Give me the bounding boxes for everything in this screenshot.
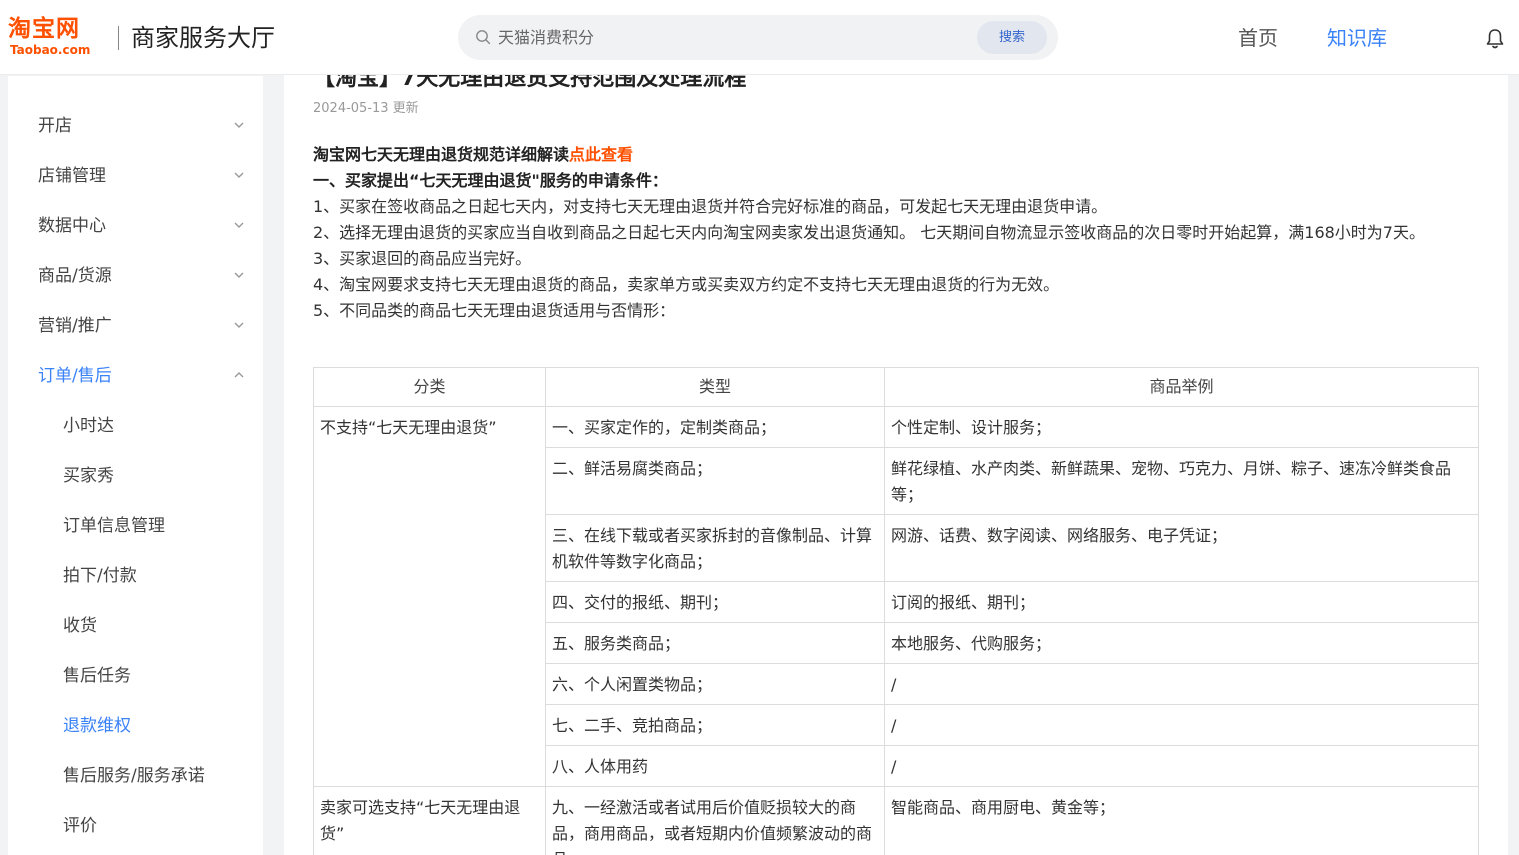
sidebar: 开店 店铺管理 数据中心 商品/货源 营销/推广 订单/售后 小时达 买家秀 订… xyxy=(8,76,263,855)
table-row: 不支持“七天无理由退货” 一、买家定作的，定制类商品； 个性定制、设计服务； xyxy=(313,406,1479,787)
sidebar-subitem[interactable]: 订单信息管理 xyxy=(8,501,263,551)
intro-line: 淘宝网七天无理由退货规范详细解读点此查看 xyxy=(313,142,1479,168)
site-title[interactable]: 商家服务大厅 xyxy=(131,22,275,54)
table-type-cell: 八、人体用药 xyxy=(545,745,885,787)
table-type-cell: 九、一经激活或者试用后价值贬损较大的商品，商用商品，或者短期内价值频繁波动的商品… xyxy=(545,786,885,855)
sidebar-subitem[interactable]: 拍下/付款 xyxy=(8,551,263,601)
section-heading: 一、买家提出“七天无理由退货"服务的申请条件： xyxy=(313,171,668,190)
table-category-cell: 不支持“七天无理由退货” xyxy=(313,406,546,787)
sidebar-item-label: 订单/售后 xyxy=(38,366,112,386)
table-header: 分类 xyxy=(313,367,546,407)
logo-divider xyxy=(118,26,119,50)
sidebar-item-orders[interactable]: 订单/售后 xyxy=(8,351,263,401)
sidebar-subitem-refund[interactable]: 退款维权 xyxy=(8,701,263,751)
chevron-up-icon xyxy=(234,372,244,378)
sidebar-item-open-store[interactable]: 开店 xyxy=(8,101,263,151)
table-example-cell: 订阅的报纸、期刊； xyxy=(884,581,1479,623)
sidebar-subitem[interactable]: 售后服务/服务承诺 xyxy=(8,751,263,801)
table-type-cell: 五、服务类商品； xyxy=(545,622,885,664)
sidebar-subitem-label: 小时达 xyxy=(63,416,114,436)
table-header: 类型 xyxy=(545,367,885,407)
logo-text-en: Taobao.com xyxy=(10,43,91,57)
sidebar-item-label: 营销/推广 xyxy=(38,316,112,336)
paragraph: 5、不同品类的商品七天无理由退货适用与否情形： xyxy=(313,301,676,320)
taobao-logo[interactable]: 淘宝网 Taobao.com xyxy=(8,16,108,60)
table-type-cell: 六、个人闲置类物品； xyxy=(545,663,885,705)
search-icon xyxy=(476,30,491,45)
sidebar-item-data-center[interactable]: 数据中心 xyxy=(8,201,263,251)
search-bar: 搜索 xyxy=(458,15,1058,60)
intro-link[interactable]: 点此查看 xyxy=(569,145,633,164)
table-example-cell: 智能商品、商用厨电、黄金等； xyxy=(884,786,1479,855)
table-category-cell: 卖家可选支持“七天无理由退货” xyxy=(313,786,546,855)
table-example-cell: 网游、话费、数字阅读、网络服务、电子凭证； xyxy=(884,514,1479,582)
chevron-down-icon xyxy=(234,322,244,328)
table-example-cell: 鲜花绿植、水产肉类、新鲜蔬果、宠物、巧克力、月饼、粽子、速冻冷鲜类食品等； xyxy=(884,447,1479,515)
sidebar-subitem[interactable]: 收货 xyxy=(8,601,263,651)
table-example-cell: 本地服务、代购服务； xyxy=(884,622,1479,664)
article-body: 淘宝网七天无理由退货规范详细解读点此查看 一、买家提出“七天无理由退货"服务的申… xyxy=(313,142,1479,324)
sidebar-item-label: 开店 xyxy=(38,116,72,136)
paragraph: 3、买家退回的商品应当完好。 xyxy=(313,249,532,268)
sidebar-subitem[interactable]: 售后任务 xyxy=(8,651,263,701)
sidebar-item-label: 商品/货源 xyxy=(38,266,112,286)
table-type-cell: 七、二手、竞拍商品； xyxy=(545,704,885,746)
table-example-cell: / xyxy=(884,663,1479,705)
sidebar-subitem-label: 售后服务/服务承诺 xyxy=(63,766,205,786)
sidebar-subitem-label: 拍下/付款 xyxy=(63,566,137,586)
sidebar-subitem-label: 收货 xyxy=(63,616,97,636)
chevron-down-icon xyxy=(234,272,244,278)
paragraph: 4、淘宝网要求支持七天无理由退货的商品，卖家单方或买卖双方约定不支持七天无理由退… xyxy=(313,275,1060,294)
search-button[interactable]: 搜索 xyxy=(977,21,1047,54)
chevron-down-icon xyxy=(234,222,244,228)
chevron-down-icon xyxy=(234,172,244,178)
sidebar-item-marketing[interactable]: 营销/推广 xyxy=(8,301,263,351)
sidebar-subitem-label: 买家秀 xyxy=(63,466,114,486)
sidebar-item-goods[interactable]: 商品/货源 xyxy=(8,251,263,301)
article-panel: 【淘宝】7天无理由退货支持范围及处理流程 2024-05-13 更新 淘宝网七天… xyxy=(284,60,1508,855)
sidebar-subitem[interactable]: 评价 xyxy=(8,801,263,851)
paragraph: 2、选择无理由退货的买家应当自收到商品之日起七天内向淘宝网卖家发出退货通知。 七… xyxy=(313,223,1425,242)
table-type-cell: 一、买家定作的，定制类商品； xyxy=(545,406,885,448)
sidebar-item-label: 店铺管理 xyxy=(38,166,106,186)
logo-text-cn: 淘宝网 xyxy=(8,16,80,42)
sidebar-subitem[interactable]: 买家秀 xyxy=(8,451,263,501)
sidebar-subitem[interactable]: 小时达 xyxy=(8,401,263,451)
table-example-cell: / xyxy=(884,704,1479,746)
table-type-cell: 二、鲜活易腐类商品； xyxy=(545,447,885,515)
nav-knowledge-base[interactable]: 知识库 xyxy=(1327,24,1387,52)
sidebar-subitem-label: 售后任务 xyxy=(63,666,131,686)
search-input[interactable] xyxy=(498,24,918,51)
sidebar-item-store-management[interactable]: 店铺管理 xyxy=(8,151,263,201)
sidebar-subitem-label: 订单信息管理 xyxy=(63,516,165,536)
sidebar-subitem-label: 退款维权 xyxy=(63,716,131,736)
table-header: 商品举例 xyxy=(884,367,1479,407)
nav-home[interactable]: 首页 xyxy=(1238,24,1278,52)
table-example-cell: / xyxy=(884,745,1479,787)
sidebar-subitem-label: 评价 xyxy=(63,816,97,836)
paragraph: 1、买家在签收商品之日起七天内，对支持七天无理由退货并符合完好标准的商品，可发起… xyxy=(313,197,1108,216)
bell-icon[interactable] xyxy=(1485,28,1505,50)
table-type-cell: 四、交付的报纸、期刊； xyxy=(545,581,885,623)
table-type-cell: 三、在线下载或者买家拆封的音像制品、计算机软件等数字化商品； xyxy=(545,514,885,582)
table-example-cell: 个性定制、设计服务； xyxy=(884,406,1479,448)
table-row: 卖家可选支持“七天无理由退货” 九、一经激活或者试用后价值贬损较大的商品，商用商… xyxy=(313,786,1479,855)
top-header: 淘宝网 Taobao.com 商家服务大厅 搜索 首页 知识库 xyxy=(0,0,1519,75)
intro-text: 淘宝网七天无理由退货规范详细解读 xyxy=(313,145,570,164)
sidebar-item-label: 数据中心 xyxy=(38,216,106,236)
return-policy-table: 分类 类型 商品举例 不支持“七天无理由退货” 一、买家定作的，定制类商品； 个… xyxy=(313,367,1479,855)
update-date: 2024-05-13 更新 xyxy=(313,101,419,116)
chevron-down-icon xyxy=(234,122,244,128)
table-header-row: 分类 类型 商品举例 xyxy=(313,367,1479,407)
